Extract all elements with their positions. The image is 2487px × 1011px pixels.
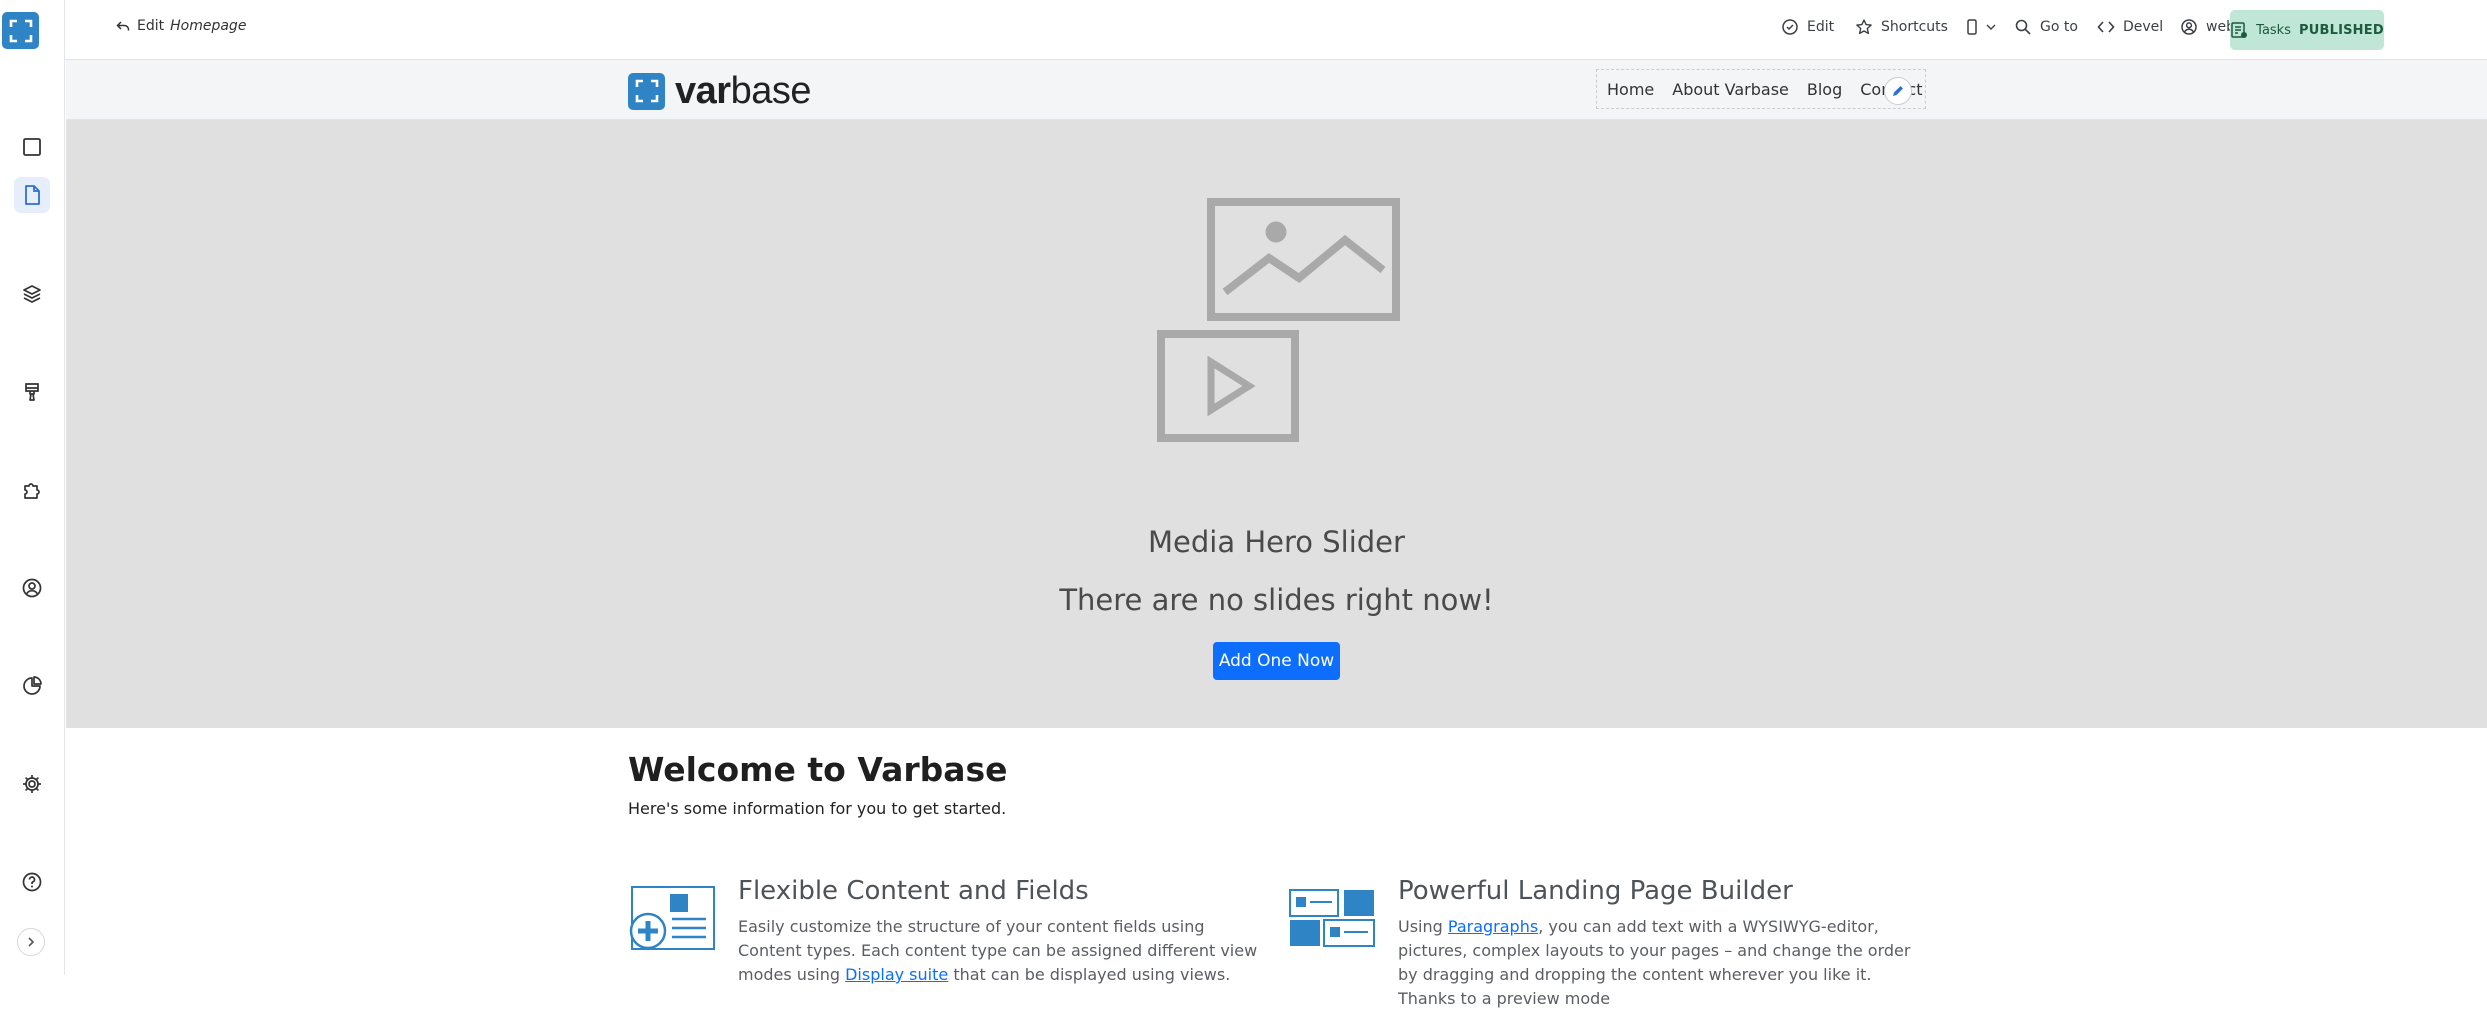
shortcuts-button[interactable]: Shortcuts [1855,18,1948,36]
chevron-right-icon[interactable] [17,928,45,956]
undo-arrow-icon [116,21,130,31]
nav-item-home[interactable]: Home [1607,80,1654,99]
star-icon [1856,19,1872,35]
shortcuts-label: Shortcuts [1881,19,1948,35]
media-hero-slider: Media Hero Slider There are no slides ri… [66,120,2487,728]
feature-text-landing-page: Using Paragraphs, you can add text with … [1398,915,1918,1011]
tasks-label: Tasks [2256,22,2291,38]
site-header: varbase Home About Varbase Blog Contact [66,60,2487,120]
logo-text-bold: var [675,70,731,112]
goto-label: Go to [2040,19,2078,35]
user-circle-icon [2181,19,2197,35]
publish-status-badge: PUBLISHED [2299,22,2384,38]
video-placeholder-icon [1157,330,1299,442]
content-fields-icon [629,886,715,950]
search-icon [2015,19,2031,35]
nav-item-blog[interactable]: Blog [1807,80,1842,99]
landing-page-builder-icon [1289,889,1375,947]
chevron-down-icon [1986,24,1996,30]
brush-icon[interactable] [14,374,50,410]
welcome-title: Welcome to Varbase [628,750,1008,789]
logo-text: varbase [675,72,811,110]
device-preview-dropdown[interactable] [1963,18,1997,36]
site-logo[interactable]: varbase [628,72,811,110]
hero-subtitle: There are no slides right now! [1059,583,1494,617]
paragraphs-link[interactable]: Paragraphs [1448,917,1538,936]
user-icon[interactable] [14,570,50,606]
check-circle-icon [1782,19,1798,35]
feature-text-content-fields: Easily customize the structure of your c… [738,915,1258,987]
mobile-device-icon [1967,19,1977,35]
main-navigation: Home About Varbase Blog Contact [1596,69,1926,109]
hero-title: Media Hero Slider [1148,525,1405,559]
goto-button[interactable]: Go to [2014,18,2078,36]
logo-text-rest: base [730,70,812,112]
feature-title-content-fields: Flexible Content and Fields [738,876,1089,906]
feature-text-landing-page-part1: Using [1398,917,1443,936]
nav-item-about[interactable]: About Varbase [1672,80,1789,99]
devel-label: Devel [2123,19,2164,35]
welcome-subtitle: Here's some information for you to get s… [628,799,1007,818]
document-icon[interactable] [14,177,50,213]
varbase-logo-icon [628,72,665,110]
edit-menu-pencil-icon[interactable] [1884,77,1912,105]
edit-label: Edit [1807,19,1835,35]
code-icon [2097,21,2115,33]
edit-button[interactable]: Edit [1781,18,1834,36]
puzzle-icon[interactable] [14,472,50,508]
tasks-button[interactable]: Tasks PUBLISHED [2230,10,2384,50]
varbase-brand-icon[interactable] [2,12,39,49]
add-slide-button[interactable]: Add One Now [1213,642,1340,680]
back-link-page: Homepage [170,18,247,34]
reports-icon[interactable] [14,668,50,704]
content-icon[interactable] [14,129,50,165]
admin-toolbar: Edit Homepage Edit Shortcuts Go to Devel… [65,0,2487,60]
admin-sidebar [0,0,65,975]
layers-icon[interactable] [14,276,50,312]
tasks-list-icon [2231,22,2248,38]
image-placeholder-icon [1207,198,1400,321]
back-to-edit-link[interactable]: Edit Homepage [115,18,246,34]
devel-button[interactable]: Devel [2097,18,2163,36]
help-icon[interactable] [14,864,50,900]
gear-icon[interactable] [14,766,50,802]
varbase-mark-icon [9,19,32,42]
feature-title-landing-page: Powerful Landing Page Builder [1398,876,1793,906]
back-link-prefix: Edit [137,18,165,34]
